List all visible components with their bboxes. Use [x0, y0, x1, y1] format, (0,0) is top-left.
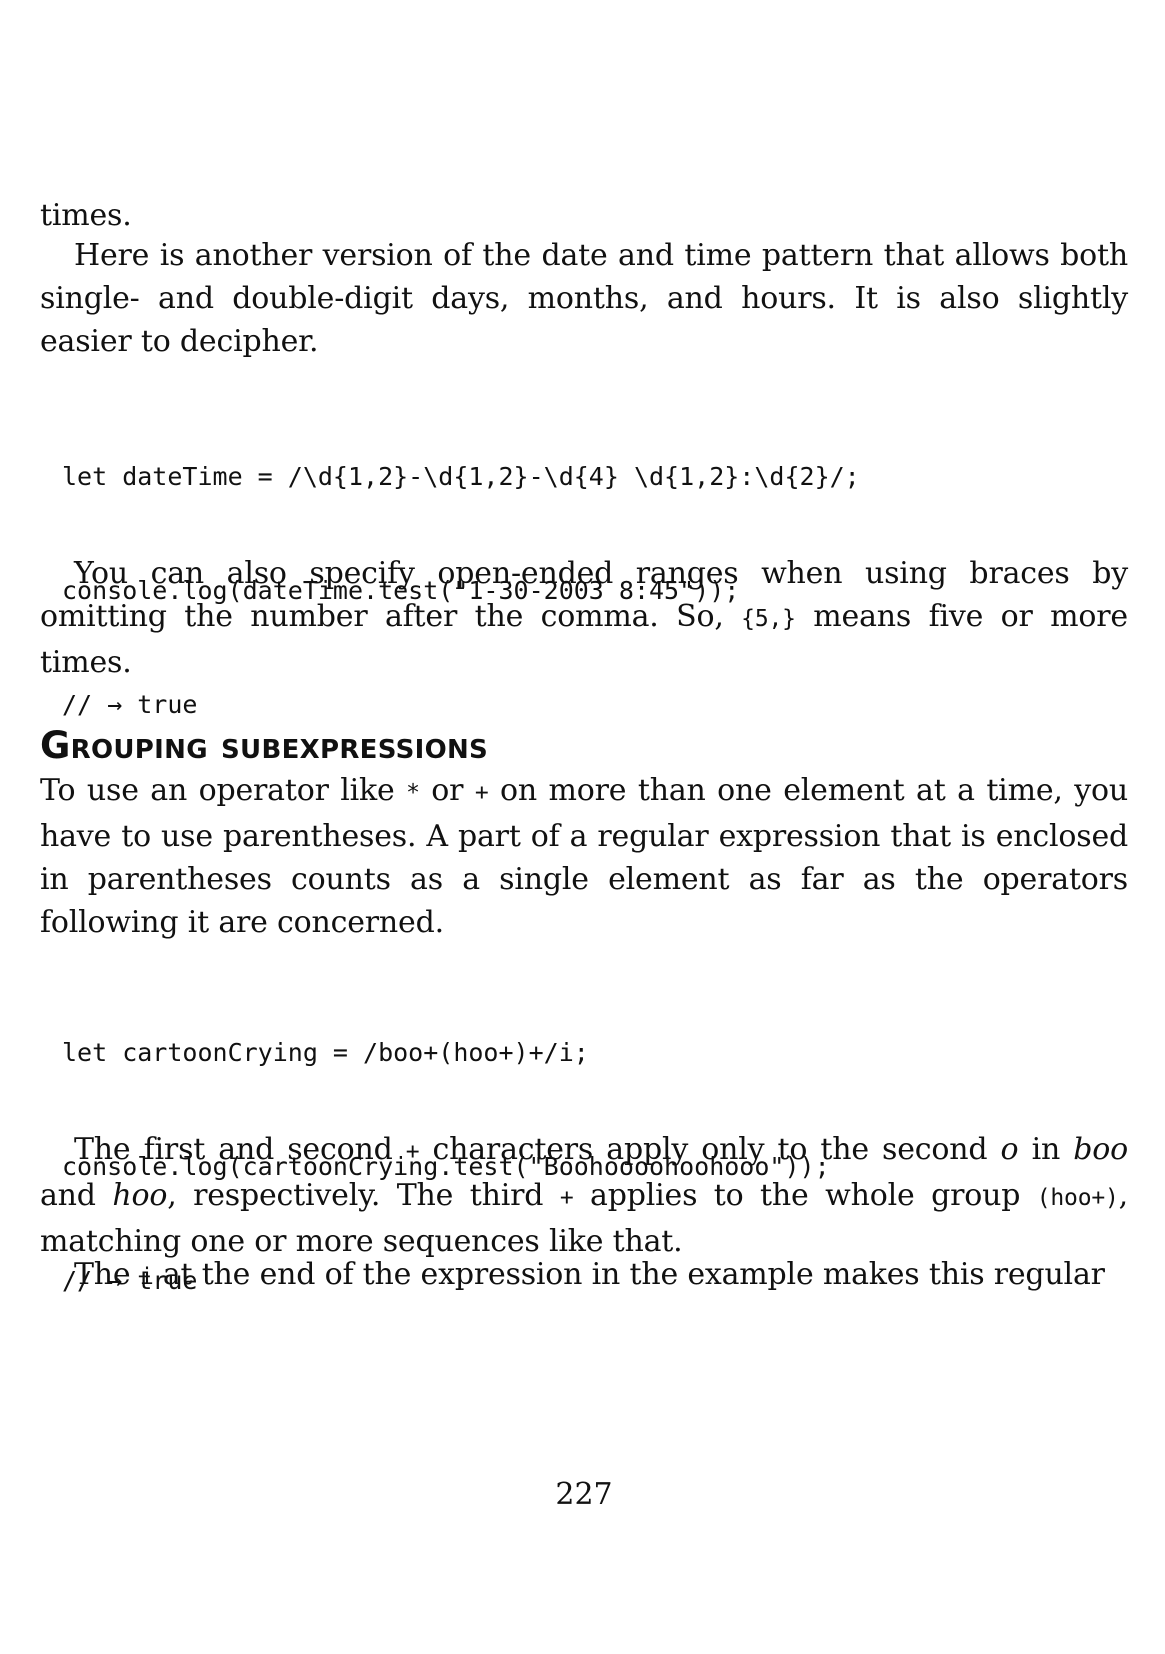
code-line: let cartoonCrying = /boo+(hoo+)+/i; [62, 1038, 589, 1067]
text-run: or [419, 773, 475, 808]
text-run: applies to the whole group [573, 1178, 1037, 1213]
emphasis: boo [1073, 1132, 1128, 1167]
paragraph-case-insensitive: The i at the end of the expression in th… [40, 1253, 1128, 1299]
text-run: at the end of the expression in the exam… [153, 1257, 1105, 1292]
text-run: , respectively. The third [167, 1178, 560, 1213]
section-heading: Grouping subexpressions [40, 724, 489, 767]
inline-code: * [406, 780, 420, 806]
emphasis: hoo [112, 1178, 168, 1213]
text-run: The [74, 1257, 140, 1292]
book-page: times. Here is another version of the da… [40, 0, 1128, 1654]
paragraph-open-ended-ranges: You can also specify open-ended ranges w… [40, 552, 1128, 684]
text-run: and [40, 1178, 113, 1213]
emphasis: o [1000, 1132, 1019, 1167]
inline-code: + [559, 1185, 574, 1211]
page-number: 227 [555, 1477, 613, 1512]
paragraph-continuation: times. [40, 198, 132, 233]
code-line: let dateTime = /\d{1,2}-\d{1,2}-\d{4} \d… [62, 462, 860, 491]
text-run: The first and second [74, 1132, 406, 1167]
inline-code: + [405, 1139, 420, 1165]
inline-code: {5,} [741, 606, 796, 632]
text-run: characters apply only to the second [419, 1132, 1001, 1167]
paragraph-plus-explanation: The first and second + characters apply … [40, 1128, 1128, 1263]
inline-code: (hoo+) [1036, 1185, 1119, 1211]
paragraph-date-time-intro: Here is another version of the date and … [40, 238, 1128, 359]
inline-code: + [474, 780, 489, 806]
text-run: To use an operator like [40, 773, 407, 808]
code-line: // → true [62, 690, 198, 719]
text-run: in [1018, 1132, 1074, 1167]
paragraph-grouping-intro: To use an operator like * or + on more t… [40, 769, 1128, 944]
inline-code: i [139, 1264, 154, 1290]
